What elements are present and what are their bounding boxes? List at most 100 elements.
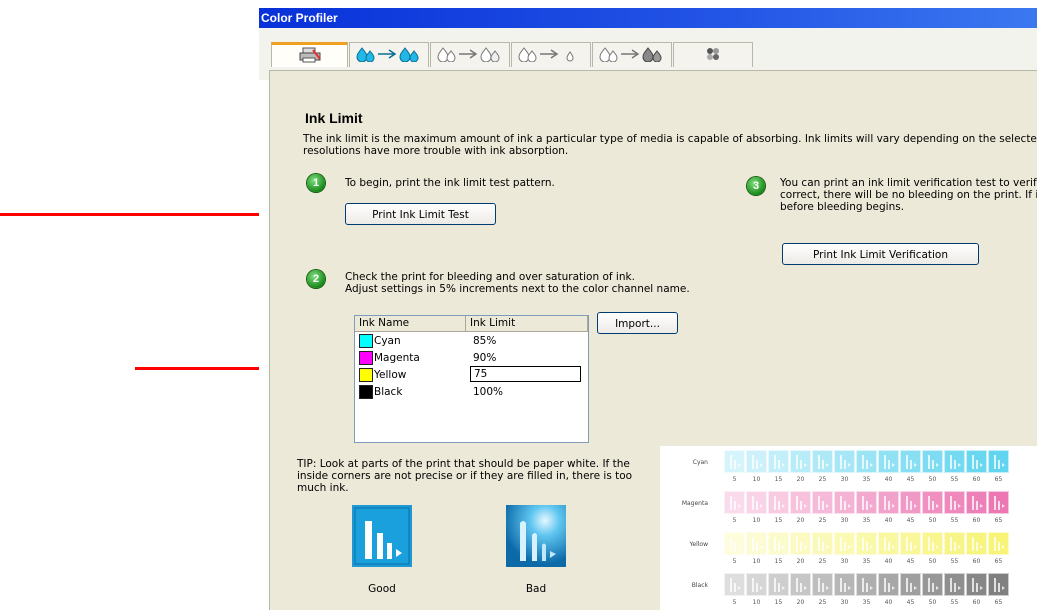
sample-patch [966, 450, 987, 473]
tip-text-line2: inside corners are not precise or if the… [297, 470, 633, 482]
sample-patch [768, 450, 789, 473]
sample-patch [790, 491, 811, 514]
step-3-text-line1: You can print an ink limit verification … [780, 177, 1037, 189]
sample-patch [988, 532, 1009, 555]
ink-name: Black [374, 386, 403, 398]
color-swatch-cyan [359, 334, 373, 348]
step-3-text-line2: correct, there will be no bleeding on th… [780, 189, 1037, 201]
step-3-text-line3: before bleeding begins. [780, 201, 905, 213]
sample-increment-label: 35 [862, 476, 871, 483]
printer-icon [299, 47, 321, 66]
sample-increment-label: 30 [840, 558, 849, 565]
color-swatch-yellow [359, 368, 373, 382]
sample-increment-label: 55 [950, 476, 959, 483]
sample-increment-label: 45 [906, 558, 915, 565]
sample-increment-label: 60 [972, 517, 981, 524]
sample-patch [768, 573, 789, 596]
tab-linearization[interactable] [430, 42, 510, 67]
sample-patch [988, 573, 1009, 596]
sample-patch [790, 573, 811, 596]
sample-increment-label: 20 [796, 476, 805, 483]
sample-increment-label: 60 [972, 558, 981, 565]
step-2-text-line1: Check the print for bleeding and over sa… [345, 271, 635, 283]
sample-patch [834, 532, 855, 555]
sample-patch [834, 450, 855, 473]
sample-increment-label: 40 [884, 517, 893, 524]
sample-patch [856, 532, 877, 555]
sample-patch [966, 532, 987, 555]
sample-increment-label: 35 [862, 558, 871, 565]
sample-patch [988, 450, 1009, 473]
table-row-magenta[interactable]: Magenta 90% [355, 350, 588, 367]
sample-patch [944, 532, 965, 555]
tab-profile[interactable] [592, 42, 672, 67]
table-row-cyan[interactable]: Cyan 85% [355, 333, 588, 350]
sample-increment-label: 20 [796, 558, 805, 565]
color-swatch-magenta [359, 351, 373, 365]
window-title: Color Profiler [259, 8, 1037, 28]
sample-increment-label: 65 [994, 599, 1003, 606]
step-1-icon: 1 [307, 174, 325, 192]
sample-patch [856, 491, 877, 514]
section-description-line2: resolutions have more trouble with ink a… [303, 145, 569, 157]
sample-patch [944, 573, 965, 596]
sample-increment-label: 50 [928, 517, 937, 524]
tip-text-line3: much ink. [297, 482, 349, 494]
ink-drops-dark-arrow-icon [599, 46, 665, 65]
tab-patches[interactable] [673, 42, 753, 67]
step-1-text: To begin, print the ink limit test patte… [345, 177, 555, 189]
sample-increment-label: 40 [884, 558, 893, 565]
sample-increment-label: 10 [752, 517, 761, 524]
sample-patch [966, 573, 987, 596]
sample-increment-label: 45 [906, 599, 915, 606]
sample-increment-label: 15 [774, 476, 783, 483]
sample-increment-label: 50 [928, 476, 937, 483]
ink-name: Yellow [374, 369, 407, 381]
sample-patch [922, 532, 943, 555]
column-header-ink-limit[interactable]: Ink Limit [466, 316, 588, 332]
sample-patch [900, 532, 921, 555]
tab-ink-limit[interactable] [349, 42, 429, 67]
sample-increment-label: 20 [796, 517, 805, 524]
sample-row-label: Black [691, 582, 708, 589]
good-label: Good [368, 583, 396, 595]
sample-increment-label: 10 [752, 599, 761, 606]
sample-patch [856, 450, 877, 473]
sample-patch [768, 491, 789, 514]
table-row-black[interactable]: Black 100% [355, 384, 588, 401]
sample-increment-label: 5 [732, 517, 737, 524]
sample-increment-label: 65 [994, 558, 1003, 565]
sample-increment-label: 45 [906, 476, 915, 483]
sample-patch [966, 491, 987, 514]
sample-patch [724, 450, 745, 473]
tab-printer[interactable] [271, 42, 348, 67]
print-ink-limit-verification-button[interactable]: Print Ink Limit Verification [782, 243, 979, 265]
sample-patch [746, 532, 767, 555]
sample-increment-label: 60 [972, 476, 981, 483]
sample-increment-label: 30 [840, 476, 849, 483]
sample-patch [900, 573, 921, 596]
sample-patch [900, 450, 921, 473]
sample-patch [944, 491, 965, 514]
sample-row-label: Yellow [689, 541, 708, 548]
bad-label: Bad [525, 583, 547, 595]
column-header-ink-name[interactable]: Ink Name [355, 316, 466, 332]
tab-total-ink[interactable] [511, 42, 591, 67]
sample-patch [768, 532, 789, 555]
ink-limit-value: 90% [473, 352, 497, 364]
tip-text-line1: TIP: Look at parts of the print that sho… [297, 458, 630, 470]
table-row-yellow[interactable]: Yellow [355, 366, 588, 384]
sample-increment-label: 15 [774, 517, 783, 524]
sample-patch [724, 491, 745, 514]
sample-increment-label: 30 [840, 517, 849, 524]
sample-increment-label: 35 [862, 599, 871, 606]
sample-increment-label: 15 [774, 599, 783, 606]
print-ink-limit-test-button[interactable]: Print Ink Limit Test [345, 203, 496, 225]
section-description-line1: The ink limit is the maximum amount of i… [303, 133, 1037, 145]
ink-limit-edit-field[interactable] [470, 366, 581, 382]
sample-increment-label: 35 [862, 517, 871, 524]
sample-patch [944, 450, 965, 473]
import-button[interactable]: Import... [597, 312, 678, 334]
sample-increment-label: 25 [818, 476, 827, 483]
sample-increment-label: 10 [752, 558, 761, 565]
